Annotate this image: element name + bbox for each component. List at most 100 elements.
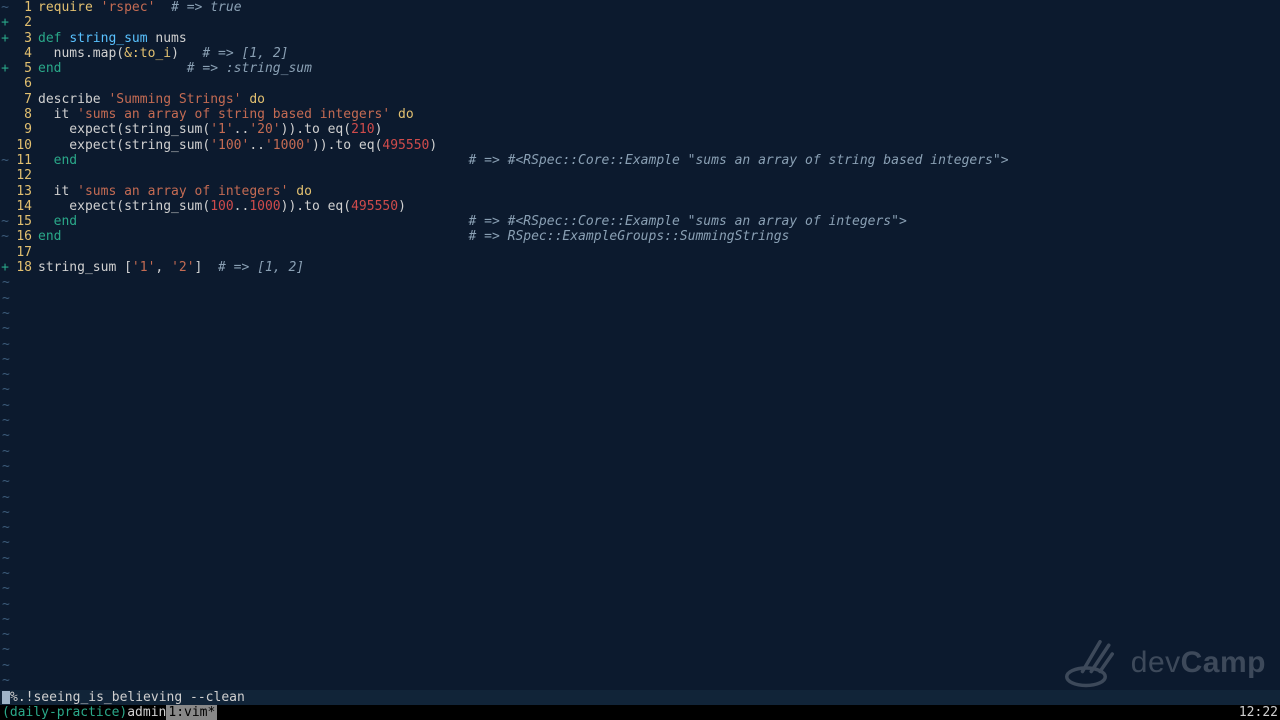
empty-line: ~ <box>0 612 1280 627</box>
code-line[interactable]: 14 expect(string_sum(100..1000)).to eq(4… <box>0 199 1280 214</box>
line-number: 15 <box>10 214 38 229</box>
code-line[interactable]: 4 nums.map(&:to_i) # => [1, 2] <box>0 46 1280 61</box>
code-content[interactable]: end # => RSpec::ExampleGroups::SummingSt… <box>38 229 1280 244</box>
sign-column <box>0 184 10 199</box>
tilde-icon: ~ <box>0 474 10 489</box>
empty-line: ~ <box>0 382 1280 397</box>
code-content[interactable]: it 'sums an array of integers' do <box>38 184 1280 199</box>
sign-column <box>0 245 10 260</box>
empty-line: ~ <box>0 444 1280 459</box>
code-content[interactable]: require 'rspec' # => true <box>38 0 1280 15</box>
line-number: 14 <box>10 199 38 214</box>
code-content[interactable]: nums.map(&:to_i) # => [1, 2] <box>38 46 1280 61</box>
code-content[interactable]: it 'sums an array of string based intege… <box>38 107 1280 122</box>
tmux-window-tab[interactable]: 1:vim* <box>166 705 217 720</box>
code-line[interactable]: +2 <box>0 15 1280 30</box>
code-line[interactable]: 12 <box>0 168 1280 183</box>
tilde-icon: ~ <box>0 581 10 596</box>
code-content[interactable]: string_sum ['1', '2'] # => [1, 2] <box>38 260 1280 275</box>
code-line[interactable]: +3def string_sum nums <box>0 31 1280 46</box>
empty-line: ~ <box>0 505 1280 520</box>
code-content[interactable]: expect(string_sum(100..1000)).to eq(4955… <box>38 199 1280 214</box>
code-line[interactable]: 8 it 'sums an array of string based inte… <box>0 107 1280 122</box>
sign-column <box>0 107 10 122</box>
vim-command-line[interactable]: %.!seeing_is_believing --clean <box>0 690 1280 705</box>
code-line[interactable]: 10 expect(string_sum('100'..'1000')).to … <box>0 138 1280 153</box>
code-editor[interactable]: ~1require 'rspec' # => true+2+3def strin… <box>0 0 1280 688</box>
tilde-icon: ~ <box>0 459 10 474</box>
tilde-icon: ~ <box>0 382 10 397</box>
code-content[interactable] <box>38 15 1280 30</box>
code-line[interactable]: ~16end # => RSpec::ExampleGroups::Summin… <box>0 229 1280 244</box>
empty-line: ~ <box>0 291 1280 306</box>
tilde-icon: ~ <box>0 413 10 428</box>
empty-line: ~ <box>0 474 1280 489</box>
empty-line: ~ <box>0 520 1280 535</box>
line-number: 16 <box>10 229 38 244</box>
code-line[interactable]: 13 it 'sums an array of integers' do <box>0 184 1280 199</box>
line-number: 10 <box>10 138 38 153</box>
line-number: 11 <box>10 153 38 168</box>
sign-column <box>0 76 10 91</box>
sign-column <box>0 92 10 107</box>
code-content[interactable]: def string_sum nums <box>38 31 1280 46</box>
tilde-icon: ~ <box>0 658 10 673</box>
tmux-user: admin <box>127 705 166 720</box>
line-number: 8 <box>10 107 38 122</box>
empty-line: ~ <box>0 566 1280 581</box>
tilde-icon: ~ <box>0 535 10 550</box>
sign-column <box>0 138 10 153</box>
code-line[interactable]: ~11 end # => #<RSpec::Core::Example "sum… <box>0 153 1280 168</box>
empty-line: ~ <box>0 352 1280 367</box>
tilde-icon: ~ <box>0 275 10 290</box>
line-number: 5 <box>10 61 38 76</box>
empty-line: ~ <box>0 459 1280 474</box>
tilde-icon: ~ <box>0 612 10 627</box>
code-line[interactable]: +5end # => :string_sum <box>0 61 1280 76</box>
code-line[interactable]: 6 <box>0 76 1280 91</box>
code-content[interactable]: end # => #<RSpec::Core::Example "sums an… <box>38 214 1280 229</box>
line-number: 18 <box>10 260 38 275</box>
code-line[interactable]: ~15 end # => #<RSpec::Core::Example "sum… <box>0 214 1280 229</box>
empty-line: ~ <box>0 306 1280 321</box>
line-number: 4 <box>10 46 38 61</box>
code-content[interactable] <box>38 245 1280 260</box>
tmux-clock: 12:22 <box>1239 705 1278 720</box>
empty-line: ~ <box>0 597 1280 612</box>
sign-column <box>0 122 10 137</box>
code-content[interactable]: end # => :string_sum <box>38 61 1280 76</box>
tilde-icon: ~ <box>0 321 10 336</box>
line-number: 17 <box>10 245 38 260</box>
cursor-block <box>2 691 10 704</box>
line-number: 9 <box>10 122 38 137</box>
line-number: 12 <box>10 168 38 183</box>
code-line[interactable]: 7describe 'Summing Strings' do <box>0 92 1280 107</box>
code-line[interactable]: 9 expect(string_sum('1'..'20')).to eq(21… <box>0 122 1280 137</box>
code-content[interactable]: end # => #<RSpec::Core::Example "sums an… <box>38 153 1280 168</box>
empty-line: ~ <box>0 490 1280 505</box>
code-content[interactable]: expect(string_sum('1'..'20')).to eq(210) <box>38 122 1280 137</box>
code-content[interactable]: describe 'Summing Strings' do <box>38 92 1280 107</box>
code-line[interactable]: ~1require 'rspec' # => true <box>0 0 1280 15</box>
empty-line: ~ <box>0 535 1280 550</box>
tilde-icon: ~ <box>0 505 10 520</box>
tilde-icon: ~ <box>0 673 10 688</box>
code-content[interactable]: expect(string_sum('100'..'1000')).to eq(… <box>38 138 1280 153</box>
tilde-icon: ~ <box>0 566 10 581</box>
tilde-icon: ~ <box>0 597 10 612</box>
code-content[interactable] <box>38 168 1280 183</box>
code-content[interactable] <box>38 76 1280 91</box>
sign-column <box>0 168 10 183</box>
sign-column <box>0 199 10 214</box>
sign-column: + <box>0 15 10 30</box>
empty-line: ~ <box>0 321 1280 336</box>
empty-line: ~ <box>0 275 1280 290</box>
sign-column: + <box>0 260 10 275</box>
code-line[interactable]: 17 <box>0 245 1280 260</box>
tilde-icon: ~ <box>0 352 10 367</box>
sign-column: ~ <box>0 214 10 229</box>
line-number: 13 <box>10 184 38 199</box>
code-line[interactable]: +18string_sum ['1', '2'] # => [1, 2] <box>0 260 1280 275</box>
tilde-icon: ~ <box>0 642 10 657</box>
empty-line: ~ <box>0 398 1280 413</box>
